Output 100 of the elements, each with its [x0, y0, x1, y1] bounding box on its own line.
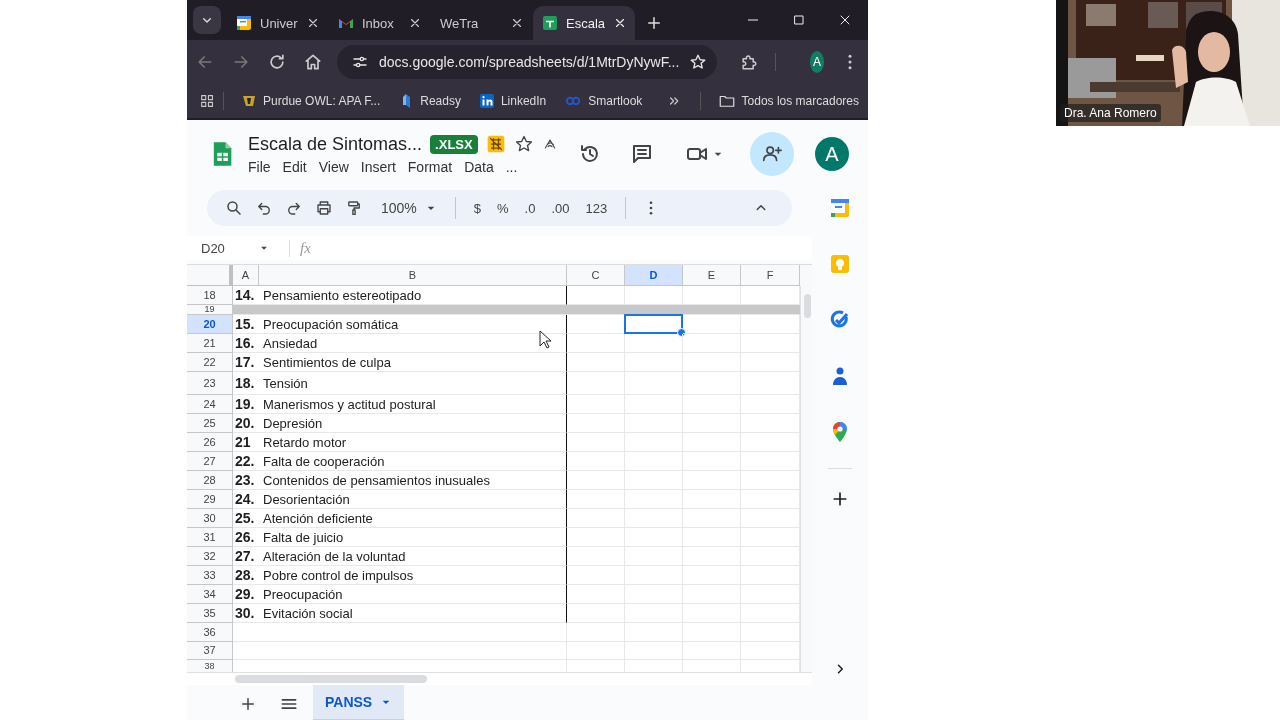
table-cell[interactable]: Manerismos y actitud postural [259, 395, 567, 414]
table-cell[interactable]: 26. [233, 528, 259, 547]
column-header[interactable]: D [625, 265, 683, 286]
zoom-select[interactable]: 100% [381, 200, 417, 216]
row-header[interactable]: 28 [187, 471, 233, 490]
paint-format-icon[interactable] [345, 199, 363, 217]
table-cell[interactable]: Alteración de la voluntad [259, 547, 567, 566]
table-cell[interactable]: Evitación social [259, 604, 567, 623]
print-icon[interactable] [315, 199, 333, 217]
row-header[interactable]: 33 [187, 566, 233, 585]
table-cell[interactable]: 22. [233, 452, 259, 471]
format-button[interactable]: $ [465, 200, 490, 216]
table-cell[interactable]: 25. [233, 509, 259, 528]
table-cell[interactable] [567, 547, 625, 566]
image-off-icon[interactable] [485, 134, 506, 154]
table-cell[interactable] [567, 471, 625, 490]
star-icon[interactable] [513, 134, 534, 154]
row-header[interactable]: 23 [187, 372, 233, 395]
close-icon[interactable] [306, 16, 320, 30]
format-button[interactable]: 123 [577, 200, 616, 216]
table-cell[interactable] [567, 623, 625, 642]
row-header[interactable]: 29 [187, 490, 233, 509]
search-icon[interactable] [225, 199, 243, 217]
table-cell[interactable]: Sentimientos de culpa [259, 353, 567, 372]
comment-icon[interactable] [630, 142, 654, 166]
row-header[interactable]: 34 [187, 585, 233, 604]
table-cell[interactable]: 28. [233, 566, 259, 585]
menu-item[interactable]: Format [401, 158, 459, 175]
row-header[interactable]: 26 [187, 433, 233, 452]
table-cell[interactable]: Pobre control de impulsos [259, 566, 567, 585]
table-cell[interactable] [567, 509, 625, 528]
row-header[interactable]: 38 [187, 660, 233, 672]
table-cell[interactable]: 16. [233, 334, 259, 353]
close-icon[interactable] [408, 16, 422, 30]
menu-item[interactable]: Edit [276, 158, 313, 175]
table-cell[interactable] [567, 604, 625, 623]
apps-icon[interactable] [199, 92, 216, 110]
row-header[interactable]: 21 [187, 334, 233, 353]
table-cell[interactable] [567, 528, 625, 547]
calendar-icon[interactable] [828, 196, 852, 220]
name-box[interactable]: D20 [201, 240, 225, 256]
close-icon[interactable] [510, 16, 524, 30]
table-cell[interactable]: Atención deficiente [259, 509, 567, 528]
sheet-tab[interactable]: PANSS [313, 685, 405, 720]
account-avatar[interactable]: A [815, 137, 849, 171]
table-cell[interactable] [567, 395, 625, 414]
table-cell[interactable]: 23. [233, 471, 259, 490]
table-cell[interactable] [259, 623, 567, 642]
share-button[interactable] [750, 132, 794, 176]
browser-tab[interactable]: Univer [227, 6, 329, 40]
lightbulb-icon[interactable] [828, 252, 852, 276]
format-button[interactable]: .0 [516, 200, 544, 216]
bookmark[interactable]: Smartlook [555, 93, 652, 109]
table-cell[interactable]: Contenidos de pensamientos inusuales [259, 471, 567, 490]
table-cell[interactable] [567, 334, 625, 353]
bookmark[interactable]: LinkedIn [469, 93, 556, 109]
row-header[interactable]: 19 [187, 305, 233, 315]
row-header[interactable]: 18 [187, 286, 233, 305]
format-button[interactable]: .00 [543, 200, 578, 216]
menu-item[interactable]: ... [499, 158, 524, 175]
menu-item[interactable]: Data [458, 158, 500, 175]
bookmark[interactable]: Readsy [389, 93, 470, 109]
table-cell[interactable] [567, 566, 625, 585]
fill-handle[interactable] [677, 328, 686, 337]
table-cell[interactable]: Preocupación somática [259, 315, 567, 334]
table-cell[interactable]: Desorientación [259, 490, 567, 509]
format-button[interactable]: % [489, 200, 517, 216]
bookmark[interactable]: Purdue OWL: APA F... [232, 93, 390, 109]
table-cell[interactable]: Preocupación [259, 585, 567, 604]
table-cell[interactable] [567, 353, 625, 372]
menu-item[interactable]: File [248, 158, 277, 175]
star-icon[interactable] [689, 53, 708, 71]
table-cell[interactable] [683, 334, 741, 353]
table-cell[interactable]: Retardo motor [259, 433, 567, 452]
table-cell[interactable] [567, 585, 625, 604]
table-cell[interactable] [567, 414, 625, 433]
table-cell[interactable] [683, 315, 741, 334]
table-cell[interactable]: 20. [233, 414, 259, 433]
menu-item[interactable]: Insert [354, 158, 402, 175]
row-header[interactable]: 25 [187, 414, 233, 433]
row-header[interactable]: 24 [187, 395, 233, 414]
tab-search-button[interactable] [193, 6, 221, 34]
table-cell[interactable] [567, 372, 625, 395]
table-cell[interactable]: 24. [233, 490, 259, 509]
row-header[interactable]: 20 [187, 315, 233, 334]
table-cell[interactable]: 18. [233, 372, 259, 395]
row-header[interactable]: 32 [187, 547, 233, 566]
row-header[interactable]: 30 [187, 509, 233, 528]
table-cell[interactable]: 19. [233, 395, 259, 414]
table-cell[interactable] [567, 490, 625, 509]
menu-item[interactable]: View [312, 158, 355, 175]
row-header[interactable]: 36 [187, 623, 233, 642]
browser-tab[interactable]: WeTra [431, 6, 533, 40]
browser-tab[interactable]: Escala [533, 6, 635, 40]
table-cell[interactable]: 29. [233, 585, 259, 604]
table-cell[interactable]: 15. [233, 315, 259, 334]
home-icon[interactable] [303, 52, 323, 72]
row-header[interactable]: 35 [187, 604, 233, 623]
table-cell[interactable]: 27. [233, 547, 259, 566]
table-cell[interactable]: Falta de juicio [259, 528, 567, 547]
